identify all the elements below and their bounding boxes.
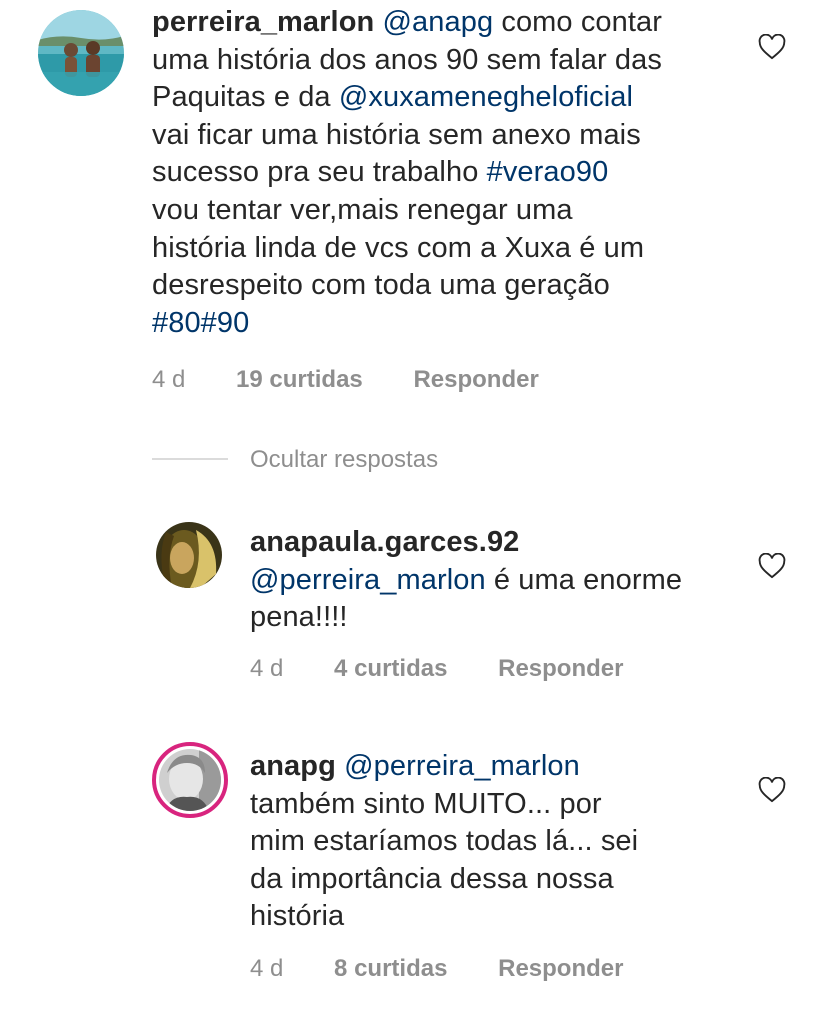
username-link[interactable]: anapg xyxy=(250,750,336,782)
comment-text: vou tentar ver,mais renegar uma xyxy=(152,193,573,226)
comment-line: #80#90 xyxy=(152,305,772,343)
avatar-photo-portrait xyxy=(156,522,222,588)
comment-text: pena!!!! xyxy=(250,601,348,634)
reply-1-meta: 4 d 4 curtidas Responder xyxy=(250,655,623,683)
mention-link[interactable]: @xuxameneghelof​icial xyxy=(339,81,633,113)
comment-line: anapaula.garces.92 xyxy=(250,524,730,562)
username-link[interactable]: perreira_marlon xyxy=(152,6,374,38)
reply-button[interactable]: Responder xyxy=(498,655,623,682)
likes-count[interactable]: 4 curtidas xyxy=(334,655,447,682)
comment-text: sucesso pra seu trabalho xyxy=(152,156,487,189)
comment-time: 4 d xyxy=(152,366,186,393)
comment-line: vou tentar ver,mais renegar uma xyxy=(152,192,772,230)
comment-line: desrespeito com toda uma geração xyxy=(152,267,772,305)
comment-text: história xyxy=(250,900,345,933)
divider-line xyxy=(152,458,228,460)
comment-text: vai ficar uma história sem anexo mais xyxy=(152,118,641,151)
comment-text: da importância dessa nossa xyxy=(250,862,614,895)
comment-text: mim estaríamos todas lá... sei xyxy=(250,825,639,858)
heart-outline-icon[interactable] xyxy=(758,34,786,60)
hashtag-link[interactable]: #verao90 xyxy=(487,156,609,188)
comment-text: como contar xyxy=(493,6,663,38)
mention-link[interactable]: @perreira_marlon xyxy=(250,564,486,596)
avatar-photo-portrait xyxy=(159,749,221,811)
username-link[interactable]: anapaula.garces.92 xyxy=(250,526,519,558)
comment-line: história xyxy=(250,898,730,936)
comment-line: sucesso pra seu trabalho #verao90 xyxy=(152,154,772,192)
comment-line: mim estaríamos todas lá... sei xyxy=(250,823,730,861)
reply-button[interactable]: Responder xyxy=(413,366,538,393)
hashtag-link[interactable]: #80#90 xyxy=(152,307,249,339)
avatar-anapg[interactable] xyxy=(152,742,228,818)
likes-count[interactable]: 19 curtidas xyxy=(236,366,363,393)
heart-outline-icon[interactable] xyxy=(758,777,786,803)
comment-meta: 4 d 19 curtidas Responder xyxy=(152,366,539,394)
comment-line: história linda de vcs com a Xuxa é um xyxy=(152,230,772,268)
reply-2-body: anapg @perreira_marlon também sinto MUITO… xyxy=(250,748,730,936)
comment-text: desrespeito com toda uma geração xyxy=(152,269,610,302)
comment-perreira-marlon: perreira_marlon @anapg como contar uma hi… xyxy=(0,0,828,420)
comment-line: também sinto MUITO... por xyxy=(250,786,730,824)
comment-text: uma história dos anos 90 sem falar das xyxy=(152,43,662,76)
heart-outline-icon[interactable] xyxy=(758,553,786,579)
comment-line: da importância dessa nossa xyxy=(250,861,730,899)
comment-text: história linda de vcs com a Xuxa é um xyxy=(152,231,645,264)
reply-2-time: 4 d xyxy=(250,955,284,982)
reply-2-meta: 4 d 8 curtidas Responder xyxy=(250,955,623,983)
comment-line: vai ficar uma história sem anexo mais xyxy=(152,117,772,155)
comment-line: anapg @perreira_marlon xyxy=(250,748,730,786)
reply-1-body: anapaula.garces.92 @perreira_marlon é uma… xyxy=(250,524,730,637)
mention-link[interactable]: @anapg xyxy=(383,6,494,38)
avatar-anapaula-garces[interactable] xyxy=(156,522,222,588)
comment-text: é uma enorme xyxy=(485,563,683,596)
reply-1-time: 4 d xyxy=(250,655,284,682)
comment-text: Paquitas e da xyxy=(152,81,339,114)
avatar-perreira-marlon[interactable] xyxy=(38,10,124,96)
hide-replies-button[interactable]: Ocultar respostas xyxy=(250,446,438,474)
likes-count[interactable]: 8 curtidas xyxy=(334,955,447,982)
comment-line: pena!!!! xyxy=(250,599,730,637)
comment-text xyxy=(336,750,344,782)
comment-line: uma história dos anos 90 sem falar das xyxy=(152,42,772,80)
comment-text: também sinto MUITO... por xyxy=(250,787,602,820)
comment-line: Paquitas e da @xuxameneghelof​icial xyxy=(152,79,772,117)
mention-link[interactable]: @perreira_marlon xyxy=(344,750,580,782)
comment-line: perreira_marlon @anapg como contar xyxy=(152,4,772,42)
comment-line: @perreira_marlon é uma enorme xyxy=(250,562,730,600)
comment-body: perreira_marlon @anapg como contar uma hi… xyxy=(152,4,772,342)
reply-button[interactable]: Responder xyxy=(498,955,623,982)
avatar-photo-beach xyxy=(38,10,124,96)
